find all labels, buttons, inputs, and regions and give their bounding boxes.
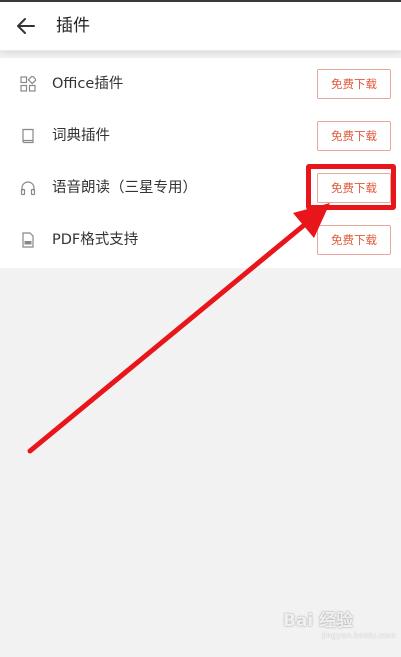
download-button[interactable]: 免费下载 <box>317 121 391 151</box>
download-button[interactable]: 免费下载 <box>317 69 391 99</box>
plugin-list: Office插件 免费下载 词典插件 免费下载 语音朗读（三星专用） 免费下载 … <box>0 58 401 268</box>
plugin-row: Office插件 免费下载 <box>0 58 401 110</box>
watermark-url: jingyan.baidu.com <box>322 631 396 640</box>
plugin-label: PDF格式支持 <box>52 232 139 248</box>
page-title: 插件 <box>56 16 90 36</box>
pdf-file-icon <box>22 232 34 248</box>
watermark-logo: Bai 经验 <box>283 611 354 631</box>
plugin-row: PDF格式支持 免费下载 <box>0 214 401 266</box>
plugin-label: 语音朗读（三星专用） <box>52 180 197 196</box>
plugin-row: 词典插件 免费下载 <box>0 110 401 162</box>
highlight-box <box>306 164 396 210</box>
book-icon <box>22 128 34 144</box>
app-header: 插件 <box>0 2 401 51</box>
grid-apps-icon <box>20 76 36 92</box>
download-button[interactable]: 免费下载 <box>317 225 391 255</box>
plugin-label: Office插件 <box>52 76 124 92</box>
headphones-icon <box>20 181 36 196</box>
back-arrow-icon[interactable] <box>16 16 36 36</box>
plugin-label: 词典插件 <box>52 128 110 144</box>
